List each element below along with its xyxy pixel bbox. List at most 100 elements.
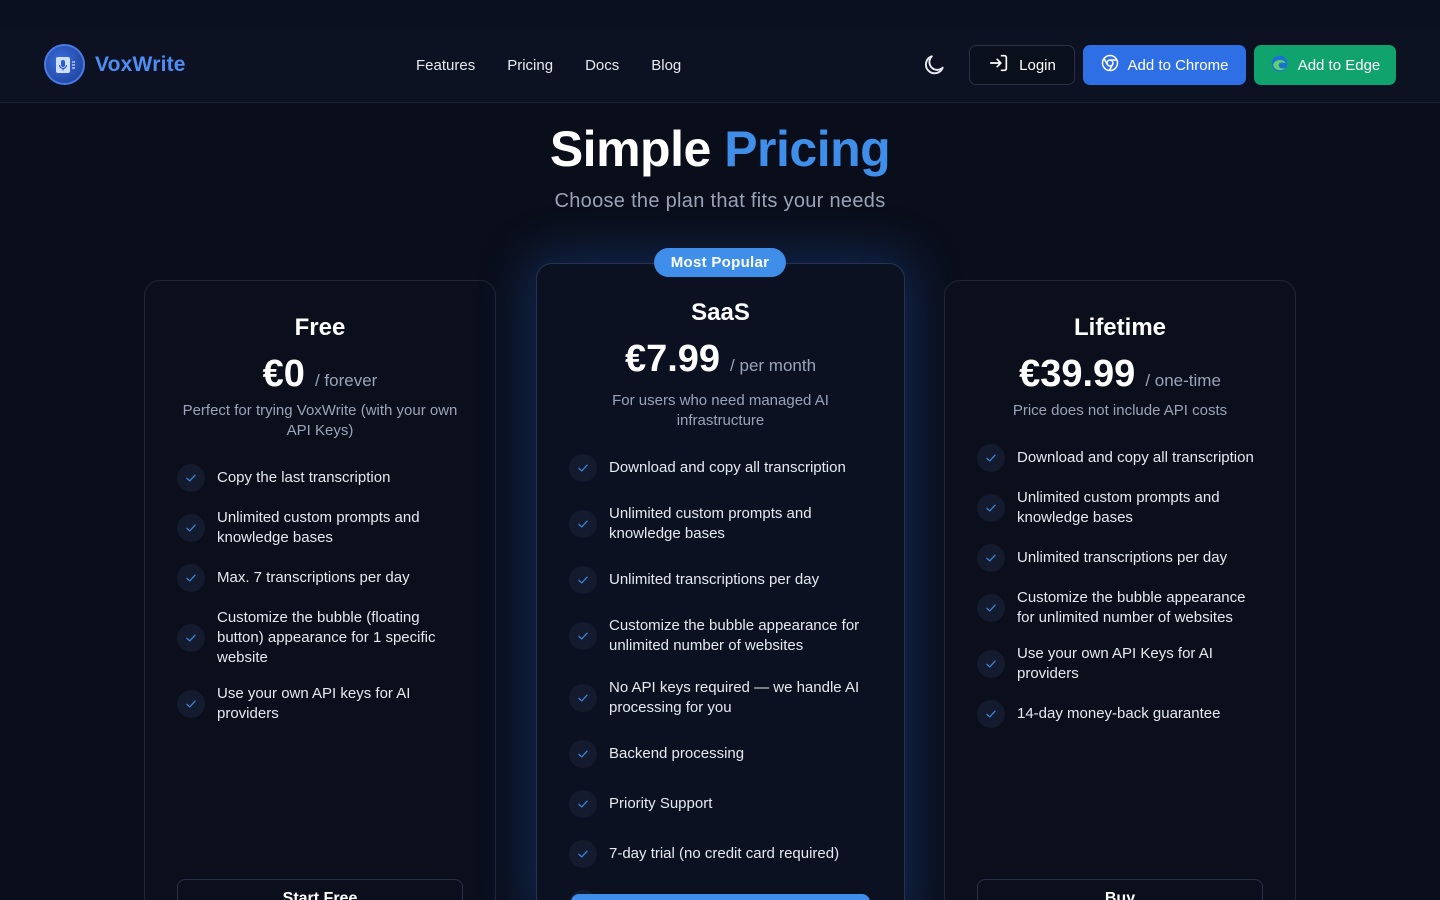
nav-docs[interactable]: Docs [585, 57, 619, 74]
price-row: €0 / forever [145, 353, 495, 396]
feature-text: Unlimited transcriptions per day [1017, 549, 1228, 566]
feature-item: Download and copy all transcription [977, 444, 1267, 472]
feature-text: Unlimited custom prompts and knowledge b… [609, 505, 812, 542]
check-icon [569, 740, 597, 768]
check-icon [569, 454, 597, 482]
check-icon [569, 566, 597, 594]
feature-text: Download and copy all transcription [609, 459, 846, 476]
feature-item: Use your own API Keys for AI providers [977, 644, 1267, 684]
check-icon [569, 684, 597, 712]
feature-text: Customize the bubble appearance for unli… [609, 617, 860, 654]
check-icon [977, 494, 1005, 522]
feature-list: Copy the last transcription Unlimited cus… [177, 464, 467, 740]
plan-period: / per month [730, 356, 817, 375]
feature-item: Download and copy all transcription [569, 454, 876, 482]
plan-price: €7.99 [624, 338, 721, 380]
check-icon [177, 564, 205, 592]
buy-button[interactable]: Buy [977, 879, 1263, 900]
nav-pricing[interactable]: Pricing [507, 57, 553, 74]
theme-toggle-moon-icon[interactable] [921, 52, 947, 78]
nav-features[interactable]: Features [416, 57, 475, 74]
plan-price: €39.99 [1019, 353, 1136, 395]
check-icon [177, 464, 205, 492]
site-header: VoxWrite Features Pricing Docs Blog Logi… [0, 28, 1440, 103]
brand-name: VoxWrite [95, 52, 186, 76]
feature-item: 14-day money-back guarantee [977, 700, 1267, 728]
start-free-button[interactable]: Start Free [177, 879, 463, 900]
check-icon [569, 510, 597, 538]
feature-item: Unlimited transcriptions per day [569, 566, 876, 594]
price-row: €7.99 / per month [537, 338, 904, 381]
feature-text: Copy the last transcription [217, 469, 391, 486]
check-icon [569, 840, 597, 868]
plan-period: / one-time [1145, 371, 1221, 390]
price-row: €39.99 / one-time [945, 353, 1295, 396]
feature-item: Unlimited custom prompts and knowledge b… [977, 488, 1267, 528]
check-icon [977, 444, 1005, 472]
brand[interactable]: VoxWrite [44, 44, 186, 85]
most-popular-badge: Most Popular [654, 248, 786, 277]
edge-icon [1270, 54, 1289, 77]
plan-name: Free [294, 314, 346, 341]
feature-item: Max. 7 transcriptions per day [177, 564, 467, 592]
feature-item: Customize the bubble appearance for unli… [569, 616, 876, 656]
check-icon [977, 650, 1005, 678]
subscribe-button[interactable] [571, 894, 870, 900]
feature-text: Customize the bubble (floating button) a… [217, 609, 436, 666]
feature-item: Copy the last transcription [177, 464, 467, 492]
plan-period: / forever [314, 371, 378, 390]
page-subtitle: Choose the plan that fits your needs [554, 190, 886, 212]
feature-text: Download and copy all transcription [1017, 449, 1254, 466]
top-strip [0, 0, 1440, 28]
add-to-edge-label: Add to Edge [1297, 56, 1381, 74]
feature-item: Unlimited custom prompts and knowledge b… [177, 508, 467, 548]
title-accent: Pricing [724, 121, 891, 177]
plan-description: Perfect for trying VoxWrite (with your o… [182, 402, 458, 439]
feature-text: Use your own API keys for AI providers [217, 685, 411, 722]
chrome-icon [1101, 54, 1119, 76]
check-icon [977, 544, 1005, 572]
feature-text: Unlimited custom prompts and knowledge b… [217, 509, 420, 546]
check-icon [177, 624, 205, 652]
voxwrite-logo-icon [44, 44, 85, 85]
add-to-edge-button[interactable]: Add to Edge [1254, 45, 1396, 85]
check-icon [569, 622, 597, 650]
login-button[interactable]: Login [969, 45, 1075, 85]
feature-list: Download and copy all transcription Unlim… [569, 454, 876, 900]
feature-text: Priority Support [609, 795, 713, 812]
add-to-chrome-label: Add to Chrome [1127, 56, 1229, 74]
feature-list: Download and copy all transcription Unlim… [977, 444, 1267, 744]
plan-card-saas: SaaS €7.99 / per month For users who nee… [536, 263, 905, 900]
main-nav: Features Pricing Docs Blog [416, 28, 681, 103]
feature-text: No API keys required — we handle AI proc… [609, 679, 860, 716]
check-icon [177, 514, 205, 542]
feature-item: Customize the bubble appearance for unli… [977, 588, 1267, 628]
feature-item: No API keys required — we handle AI proc… [569, 678, 876, 718]
plan-card-lifetime: Lifetime €39.99 / one-time Price does no… [944, 280, 1296, 900]
feature-text: Max. 7 transcriptions per day [217, 569, 410, 586]
feature-item: Priority Support [569, 790, 876, 818]
add-to-chrome-button[interactable]: Add to Chrome [1083, 45, 1246, 85]
plan-description: Price does not include API costs [1012, 402, 1228, 419]
check-icon [177, 690, 205, 718]
feature-text: Unlimited custom prompts and knowledge b… [1017, 489, 1220, 526]
feature-text: Customize the bubble appearance for unli… [1017, 589, 1246, 626]
feature-item: Use your own API keys for AI providers [177, 684, 467, 724]
feature-item: Unlimited transcriptions per day [977, 544, 1267, 572]
plan-description: For users who need managed AI infrastruc… [612, 392, 829, 429]
check-icon [977, 700, 1005, 728]
page-title: Simple Pricing [0, 120, 1440, 178]
check-icon [977, 594, 1005, 622]
plan-name: SaaS [691, 299, 750, 326]
feature-text: 14-day money-back guarantee [1017, 705, 1221, 722]
feature-text: Use your own API Keys for AI providers [1017, 645, 1213, 682]
check-icon [569, 790, 597, 818]
login-label: Login [1019, 56, 1056, 74]
plan-card-free: Free €0 / forever Perfect for trying Vox… [144, 280, 496, 900]
feature-item: Customize the bubble (floating button) a… [177, 608, 467, 668]
nav-blog[interactable]: Blog [651, 57, 681, 74]
feature-text: 7-day trial (no credit card required) [609, 845, 840, 862]
login-icon [988, 52, 1010, 78]
feature-text: Backend processing [609, 745, 745, 762]
plan-name: Lifetime [1073, 314, 1166, 341]
